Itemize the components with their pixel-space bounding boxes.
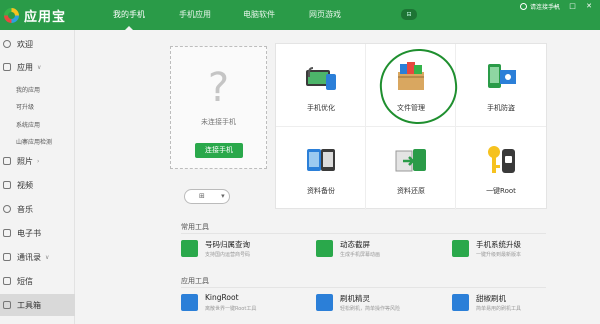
sidebar-item-label: 通讯录 (17, 252, 41, 262)
unknown-device-icon: ? (207, 65, 230, 111)
sidebar-item-label: 欢迎 (17, 39, 33, 49)
device-placeholder-card: ? 未连接手机 连接手机 (170, 46, 267, 169)
sidebar-item-label: 应用 (17, 62, 33, 72)
tool-item-system-upgrade[interactable]: 手机系统升级 一键升级到最新版本 (452, 237, 600, 261)
tool-anti-theft[interactable]: 手机防盗 (456, 44, 546, 127)
tab-web-games[interactable]: 网页游戏 (296, 0, 354, 30)
tool-item-kingroot[interactable]: KingRoot 离散世界一键Root工具 (181, 291, 331, 315)
connect-phone-button[interactable]: 连接手机 (195, 143, 243, 158)
tool-item-title: KingRoot (205, 293, 239, 302)
sidebar-item-label: 短信 (17, 276, 33, 286)
tool-label: 一键Root (486, 187, 516, 195)
sidebar-item-sms[interactable]: 短信 (0, 270, 75, 292)
backup-icon (307, 149, 335, 171)
tool-label: 资料备份 (307, 187, 335, 195)
music-icon (3, 205, 11, 213)
sidebar: 欢迎 应用 ∨ 我的应用 可升级 系统应用 山寨应用检测 照片 › 视频 音乐 … (0, 30, 75, 324)
add-device-icon: ⊞ (199, 192, 205, 200)
phone-number-icon (181, 240, 198, 257)
sidebar-subitem-system-apps[interactable]: 系统应用 (16, 120, 40, 129)
sidebar-item-photos[interactable]: 照片 › (0, 150, 75, 172)
chevron-down-icon: ∨ (45, 253, 50, 261)
sweet-pepper-icon (452, 294, 469, 311)
sidebar-item-video[interactable]: 视频 (0, 174, 75, 196)
divider (181, 287, 546, 288)
restore-icon (395, 149, 426, 172)
sidebar-item-toolbox[interactable]: 工具箱 (0, 294, 75, 316)
apps-grid-icon (3, 63, 11, 71)
app-tools-title: 应用工具 (181, 277, 209, 285)
tool-one-key-root[interactable]: 一键Root (456, 127, 546, 210)
device-status: 未连接手机 (201, 118, 236, 126)
tool-item-sweet-pepper-flash[interactable]: 甜椒刷机 简单易用的刷机工具 (452, 291, 600, 315)
toolbox-icon (3, 301, 11, 309)
common-tools-title: 常用工具 (181, 223, 209, 231)
video-icon (3, 181, 11, 189)
tool-item-title: 手机系统升级 (476, 240, 521, 249)
flash-wizard-icon (316, 294, 333, 311)
chevron-down-icon: ∨ (37, 63, 42, 71)
device-selector[interactable]: ⊞ ▾ (184, 189, 230, 204)
tool-item-title: 刷机精灵 (340, 294, 370, 303)
window-controls[interactable]: — □ ✕ (552, 2, 596, 10)
sidebar-item-ebooks[interactable]: 电子书 (0, 222, 75, 244)
kingroot-icon (181, 294, 198, 311)
phone-optimize-icon (306, 67, 336, 90)
tool-item-desc: 离散世界一键Root工具 (205, 306, 257, 312)
tool-item-number-lookup[interactable]: 号码归属查询 支持国内运营商号码 (181, 237, 331, 261)
tool-item-flash-wizard[interactable]: 刷机精灵 轻松刷机，简单操作等风险 (316, 291, 466, 315)
brand: 应用宝 (4, 6, 67, 25)
root-key-icon (488, 146, 515, 173)
screenshot-icon (316, 240, 333, 257)
tool-label: 手机防盗 (487, 104, 515, 112)
tool-phone-optimize[interactable]: 手机优化 (276, 44, 366, 127)
tool-item-desc: 支持国内运营商号码 (205, 252, 251, 258)
top-bar: 应用宝 我的手机 手机应用 电脑软件 网页游戏 ⊟ 请连接手机 — □ ✕ (0, 0, 600, 30)
tool-item-desc: 生成手机屏幕动画 (340, 252, 381, 258)
tool-item-desc: 简单易用的刷机工具 (476, 306, 522, 312)
tool-item-desc: 一键升级到最新版本 (476, 252, 522, 258)
sidebar-item-label: 电子书 (17, 228, 41, 238)
sidebar-item-label: 音乐 (17, 204, 33, 214)
home-icon (3, 40, 11, 48)
sidebar-subitem-my-apps[interactable]: 我的应用 (16, 85, 40, 94)
sidebar-subitem-fake-app-check[interactable]: 山寨应用检测 (16, 137, 52, 146)
tool-backup[interactable]: 资料备份 (276, 127, 366, 210)
anti-theft-icon (488, 64, 516, 88)
tool-item-title: 甜椒刷机 (476, 294, 506, 303)
sidebar-item-label: 工具箱 (17, 300, 41, 310)
sidebar-item-label: 视频 (17, 180, 33, 190)
divider (181, 233, 546, 234)
tool-item-title: 动态截屏 (340, 240, 370, 249)
sidebar-subitem-upgradable[interactable]: 可升级 (16, 102, 34, 111)
tab-phone-apps[interactable]: 手机应用 (166, 0, 224, 30)
sidebar-item-contacts[interactable]: 通讯录 ∨ (0, 246, 75, 268)
tool-item-title: 号码归属查询 (205, 240, 250, 249)
avatar-icon (520, 3, 527, 10)
tool-label: 手机优化 (307, 104, 335, 112)
message-icon (3, 277, 11, 285)
sidebar-item-music[interactable]: 音乐 (0, 198, 75, 220)
tool-item-desc: 轻松刷机，简单操作等风险 (340, 306, 401, 312)
tab-pc-software[interactable]: 电脑软件 (230, 0, 288, 30)
sidebar-item-label: 照片 (17, 156, 33, 166)
tab-my-phone[interactable]: 我的手机 (100, 0, 158, 30)
download-manager-icon[interactable]: ⊟ (401, 9, 417, 20)
tool-item-screen-capture[interactable]: 动态截屏 生成手机屏幕动画 (316, 237, 466, 261)
system-upgrade-icon (452, 240, 469, 257)
app-name: 应用宝 (24, 9, 67, 25)
chevron-right-icon: › (37, 157, 40, 165)
book-icon (3, 229, 11, 237)
app-window: 应用宝 我的手机 手机应用 电脑软件 网页游戏 ⊟ 请连接手机 — □ ✕ 欢迎… (0, 0, 600, 324)
tool-restore[interactable]: 资料还原 (366, 127, 456, 210)
sidebar-item-welcome[interactable]: 欢迎 (0, 33, 75, 55)
app-logo-icon (4, 7, 19, 23)
photo-icon (3, 157, 11, 165)
tool-label: 资料还原 (397, 187, 425, 195)
sidebar-item-apps[interactable]: 应用 ∨ (0, 56, 75, 78)
contacts-icon (3, 253, 11, 261)
chevron-down-icon: ▾ (221, 192, 225, 200)
